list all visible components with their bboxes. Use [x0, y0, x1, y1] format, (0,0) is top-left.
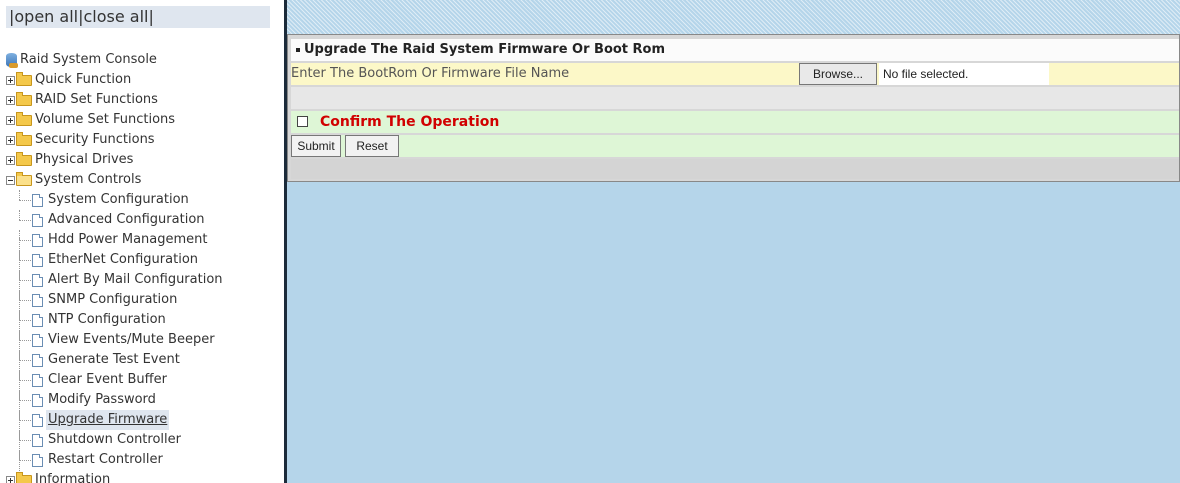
sidebar: |open all|close all| Raid System Console…	[0, 0, 284, 483]
folder-quick-function[interactable]: Quick Function	[6, 70, 223, 90]
tree-root[interactable]: Raid System Console	[6, 50, 223, 70]
page-icon	[32, 233, 43, 247]
folder-icon	[16, 91, 32, 106]
page-icon	[32, 253, 43, 267]
navigation-tree: Raid System Console Quick Function RAID …	[6, 50, 223, 483]
folder-label: Quick Function	[35, 72, 132, 87]
tree-item-label: Clear Event Buffer	[48, 372, 167, 387]
folder-information[interactable]: Information	[6, 470, 223, 483]
confirm-row: Confirm The Operation	[291, 111, 1179, 133]
tree-item-label: Advanced Configuration	[48, 212, 205, 227]
tree-item-ntp-configuration[interactable]: NTP Configuration	[6, 310, 223, 330]
tree-item-label: System Configuration	[48, 192, 189, 207]
tree-item-label: Restart Controller	[48, 452, 163, 467]
page-icon	[32, 453, 43, 467]
page-icon	[32, 333, 43, 347]
tree-item-advanced-configuration[interactable]: Advanced Configuration	[6, 210, 223, 230]
tree-item-label: Generate Test Event	[48, 352, 180, 367]
tree-item-upgrade-firmware[interactable]: Upgrade Firmware	[6, 410, 223, 430]
file-label: Enter The BootRom Or Firmware File Name	[291, 66, 570, 81]
folder-label: Information	[35, 472, 111, 483]
page-icon	[32, 313, 43, 327]
collapse-icon[interactable]	[6, 175, 15, 185]
panel-footer	[291, 159, 1179, 179]
tree-item-hdd-power-management[interactable]: Hdd Power Management	[6, 230, 223, 250]
folder-label: Physical Drives	[35, 152, 134, 167]
tree-item-restart-controller[interactable]: Restart Controller	[6, 450, 223, 470]
open-all-link[interactable]: open all	[14, 7, 78, 26]
spacer-row	[291, 87, 1179, 109]
folder-raid-set-functions[interactable]: RAID Set Functions	[6, 90, 223, 110]
page-icon	[32, 393, 43, 407]
tree-item-snmp-configuration[interactable]: SNMP Configuration	[6, 290, 223, 310]
page-icon	[32, 273, 43, 287]
close-all-link[interactable]: close all	[84, 7, 149, 26]
panel-title-text: Upgrade The Raid System Firmware Or Boot…	[304, 42, 666, 57]
tree-item-label: Alert By Mail Configuration	[48, 272, 223, 287]
main-content: Upgrade The Raid System Firmware Or Boot…	[287, 0, 1180, 483]
folder-icon	[16, 111, 32, 126]
tree-item-label: Hdd Power Management	[48, 232, 208, 247]
page-icon	[32, 213, 43, 227]
page-icon	[32, 293, 43, 307]
tree-root-label: Raid System Console	[20, 52, 157, 67]
expand-icon[interactable]	[6, 155, 15, 165]
confirm-label[interactable]: Confirm The Operation	[320, 111, 499, 133]
page-icon	[32, 433, 43, 447]
expand-icon[interactable]	[6, 475, 15, 483]
folder-label: RAID Set Functions	[35, 92, 158, 107]
folder-physical-drives[interactable]: Physical Drives	[6, 150, 223, 170]
folder-icon	[16, 71, 32, 86]
folder-security-functions[interactable]: Security Functions	[6, 130, 223, 150]
tree-item-label-selected: Upgrade Firmware	[46, 410, 170, 430]
panel-title: Upgrade The Raid System Firmware Or Boot…	[291, 39, 1179, 61]
tree-item-shutdown-controller[interactable]: Shutdown Controller	[6, 430, 223, 450]
folder-icon	[16, 151, 32, 166]
tree-item-label: Shutdown Controller	[48, 432, 181, 447]
expand-icon[interactable]	[6, 95, 15, 105]
folder-label: System Controls	[35, 172, 142, 187]
tree-item-generate-test-event[interactable]: Generate Test Event	[6, 350, 223, 370]
tree-item-modify-password[interactable]: Modify Password	[6, 390, 223, 410]
bullet-icon	[296, 47, 300, 52]
folder-label: Security Functions	[35, 132, 155, 147]
confirm-checkbox[interactable]	[297, 116, 308, 127]
page-icon	[32, 413, 43, 427]
reset-button[interactable]: Reset	[345, 135, 399, 157]
page-icon	[32, 193, 43, 207]
browse-button[interactable]: Browse...	[799, 63, 877, 85]
expand-icon[interactable]	[6, 115, 15, 125]
tree-item-clear-event-buffer[interactable]: Clear Event Buffer	[6, 370, 223, 390]
tree-item-label: View Events/Mute Beeper	[48, 332, 215, 347]
separator: |	[148, 7, 154, 26]
page-icon	[32, 353, 43, 367]
tree-item-view-events[interactable]: View Events/Mute Beeper	[6, 330, 223, 350]
tree-item-label: Modify Password	[48, 392, 156, 407]
folder-volume-set-functions[interactable]: Volume Set Functions	[6, 110, 223, 130]
tree-item-label: NTP Configuration	[48, 312, 166, 327]
tree-item-alert-by-mail[interactable]: Alert By Mail Configuration	[6, 270, 223, 290]
header-strip	[287, 0, 1180, 34]
file-row: Enter The BootRom Or Firmware File Name …	[291, 63, 1179, 85]
expand-icon[interactable]	[6, 135, 15, 145]
open-close-bar: |open all|close all|	[6, 6, 270, 28]
file-status: No file selected.	[879, 63, 1049, 85]
tree-item-ethernet-configuration[interactable]: EtherNet Configuration	[6, 250, 223, 270]
folder-open-icon	[16, 171, 32, 186]
submit-button[interactable]: Submit	[291, 135, 341, 157]
page-icon	[32, 373, 43, 387]
folder-icon	[16, 471, 32, 483]
folder-icon	[16, 131, 32, 146]
button-row: Submit Reset	[291, 135, 1179, 157]
database-icon	[6, 53, 18, 68]
tree-item-system-configuration[interactable]: System Configuration	[6, 190, 223, 210]
tree-item-label: EtherNet Configuration	[48, 252, 199, 267]
upgrade-firmware-panel: Upgrade The Raid System Firmware Or Boot…	[287, 34, 1180, 182]
folder-system-controls[interactable]: System Controls	[6, 170, 223, 190]
folder-label: Volume Set Functions	[35, 112, 176, 127]
expand-icon[interactable]	[6, 75, 15, 85]
tree-item-label: SNMP Configuration	[48, 292, 178, 307]
